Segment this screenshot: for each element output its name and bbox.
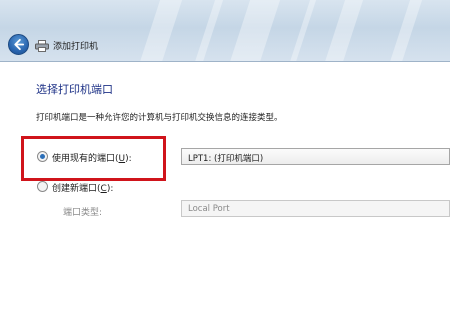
printer-icon xyxy=(35,40,49,52)
title-divider xyxy=(0,61,450,62)
use-existing-port-radio[interactable] xyxy=(37,151,48,162)
use-existing-port-label[interactable]: 使用现有的端口(U): xyxy=(52,151,132,164)
radio-selected-dot xyxy=(40,154,45,159)
port-type-label: 端口类型: xyxy=(63,208,103,218)
page-heading: 选择打印机端口 xyxy=(36,83,113,96)
window-title-bar xyxy=(0,0,450,62)
create-new-port-label[interactable]: 创建新端口(C): xyxy=(52,181,113,194)
page-description: 打印机端口是一种允许您的计算机与打印机交换信息的连接类型。 xyxy=(36,113,283,123)
window-title: 添加打印机 xyxy=(53,42,99,52)
port-type-select[interactable]: Local Port xyxy=(181,200,450,217)
create-new-port-radio[interactable] xyxy=(37,181,48,192)
existing-port-select[interactable]: LPT1: (打印机端口) xyxy=(181,148,450,165)
back-button[interactable] xyxy=(8,34,29,55)
back-arrow-icon xyxy=(14,38,25,51)
